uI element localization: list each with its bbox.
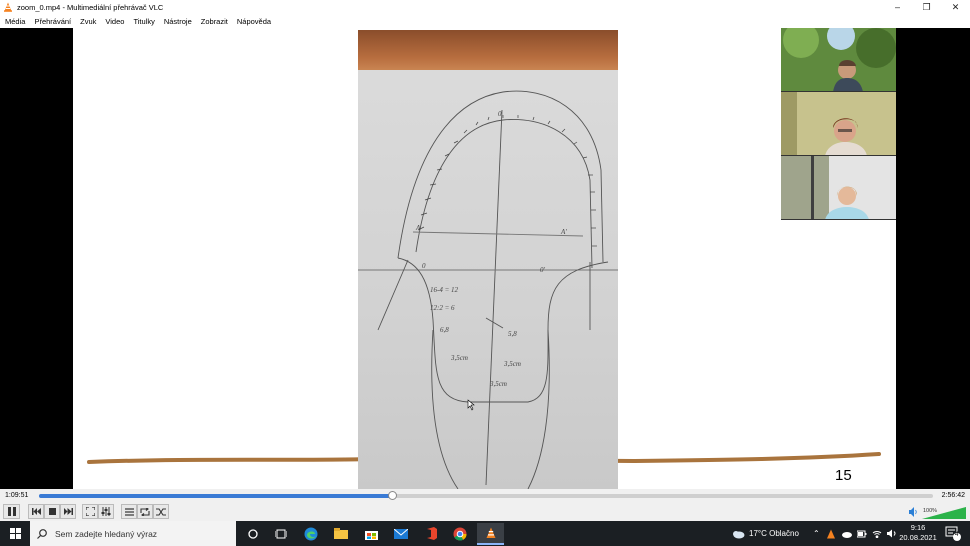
sketch-label-a: A: [415, 224, 421, 232]
next-icon: [63, 508, 73, 515]
clock[interactable]: 9:16 20.08.2021: [898, 523, 938, 543]
cloud-icon: [733, 530, 745, 538]
sketch-note-7: 3,5cm: [489, 380, 507, 388]
loop-icon: [140, 507, 150, 516]
participant-video-3[interactable]: [781, 156, 896, 220]
search-placeholder: Sem zadejte hledaný výraz: [55, 528, 158, 539]
pause-button[interactable]: [3, 504, 20, 519]
windows-logo-icon: [9, 528, 21, 539]
menu-view[interactable]: Zobrazit: [201, 17, 228, 26]
total-time: 2:56:42: [941, 492, 965, 499]
video-area[interactable]: 0 A A' 0 0' 16-4 = 12 12:2 = 6 6,8 5,8 3…: [0, 28, 970, 489]
playlist-icon: [124, 507, 134, 516]
playlist-button[interactable]: [121, 504, 137, 519]
elapsed-time: 1:09:51: [5, 492, 29, 499]
fullscreen-button[interactable]: [82, 504, 98, 519]
sketch-note-2: 12:2 = 6: [430, 304, 455, 312]
shuffle-button[interactable]: [153, 504, 169, 519]
notification-center-button[interactable]: 4: [944, 525, 962, 542]
seek-handle[interactable]: [387, 491, 397, 500]
previous-icon: [31, 508, 41, 515]
sketch-drawing: 0 A A' 0 0' 16-4 = 12 12:2 = 6 6,8 5,8 3…: [358, 90, 618, 489]
volume-tray-icon[interactable]: [886, 529, 898, 538]
playback-controls: 100%: [0, 502, 970, 521]
pattern-sketch-photo: 0 A A' 0 0' 16-4 = 12 12:2 = 6 6,8 5,8 3…: [358, 30, 618, 489]
battery-icon[interactable]: [856, 530, 867, 538]
minimize-icon[interactable]: –: [883, 0, 912, 14]
sketch-note-6: 3,5cm: [503, 360, 521, 368]
weather-text: 17°C Oblačno: [749, 529, 799, 538]
notification-icon: [945, 526, 961, 541]
mail-icon[interactable]: [391, 524, 411, 543]
participant-thumbnails: [781, 28, 896, 221]
participant-video-2[interactable]: [781, 92, 896, 156]
system-tray: ⌃: [813, 521, 898, 546]
seek-row: 1:09:51 2:56:42: [0, 489, 970, 502]
vlc-cone-icon: [4, 2, 12, 12]
extended-settings-button[interactable]: [98, 504, 114, 519]
stop-icon: [48, 508, 56, 515]
fullscreen-icon: [85, 507, 95, 516]
menu-tools[interactable]: Nástroje: [164, 17, 192, 26]
volume-control[interactable]: 100%: [909, 504, 967, 520]
windows-taskbar: Sem zadejte hledaný výraz 17°C Oblačno ⌃: [0, 521, 970, 546]
speaker-icon: [909, 507, 917, 517]
restore-icon[interactable]: ❐: [912, 0, 941, 14]
title-bar: zoom_0.mp4 - Multimediální přehrávač VLC…: [0, 0, 970, 14]
slide-number: 15: [835, 467, 852, 484]
office-icon[interactable]: [421, 524, 441, 543]
menu-video[interactable]: Video: [105, 17, 124, 26]
clock-date: 20.08.2021: [899, 533, 937, 542]
menu-playback[interactable]: Přehrávání: [34, 17, 71, 26]
stop-button[interactable]: [44, 504, 60, 519]
equalizer-icon: [101, 507, 111, 516]
notification-count: 4: [955, 532, 959, 538]
seek-progress-fill: [39, 494, 393, 498]
volume-label: 100%: [923, 508, 937, 514]
loop-button[interactable]: [137, 504, 153, 519]
previous-button[interactable]: [28, 504, 44, 519]
pause-icon: [7, 507, 16, 516]
close-icon[interactable]: ✕: [941, 0, 970, 14]
search-icon: [37, 528, 47, 539]
sketch-note-1: 16-4 = 12: [430, 286, 459, 294]
sketch-label-0-right: 0': [540, 266, 546, 274]
store-icon[interactable]: [361, 524, 381, 543]
cortana-icon[interactable]: [243, 524, 263, 543]
start-button[interactable]: [0, 521, 30, 546]
menu-media[interactable]: Média: [5, 17, 25, 26]
seek-slider[interactable]: [39, 491, 933, 500]
sketch-label-a-prime: A': [560, 228, 567, 236]
shuffle-icon: [156, 507, 166, 516]
vlc-tray-icon[interactable]: [826, 529, 836, 539]
window-title: zoom_0.mp4 - Multimediální přehrávač VLC: [17, 2, 164, 12]
next-button[interactable]: [60, 504, 76, 519]
menu-help[interactable]: Nápověda: [237, 17, 271, 26]
weather-widget[interactable]: 17°C Oblačno: [731, 521, 799, 546]
sketch-note-4: 5,8: [508, 330, 517, 338]
participant-video-1[interactable]: [781, 28, 896, 92]
file-explorer-icon[interactable]: [331, 524, 351, 543]
wifi-icon[interactable]: [872, 529, 882, 538]
taskbar-search-box[interactable]: Sem zadejte hledaný výraz: [30, 521, 236, 546]
vlc-taskbar-icon[interactable]: [477, 523, 504, 545]
clock-time: 9:16: [910, 523, 926, 532]
sketch-note-3: 6,8: [440, 326, 449, 334]
edge-browser-icon[interactable]: [301, 524, 321, 543]
chevron-up-icon[interactable]: ⌃: [813, 529, 820, 538]
menu-audio[interactable]: Zvuk: [80, 17, 96, 26]
chrome-icon[interactable]: [450, 524, 470, 543]
sketch-label-0-left: 0: [422, 262, 426, 270]
mouse-cursor-icon: [467, 399, 475, 411]
sketch-note-5: 3,5cm: [450, 354, 468, 362]
onedrive-icon[interactable]: [841, 530, 852, 538]
menu-bar: Média Přehrávání Zvuk Video Titulky Nást…: [0, 14, 970, 28]
task-view-icon[interactable]: [271, 524, 291, 543]
sketch-label-0-top: 0: [498, 110, 502, 118]
menu-subtitles[interactable]: Titulky: [133, 17, 154, 26]
